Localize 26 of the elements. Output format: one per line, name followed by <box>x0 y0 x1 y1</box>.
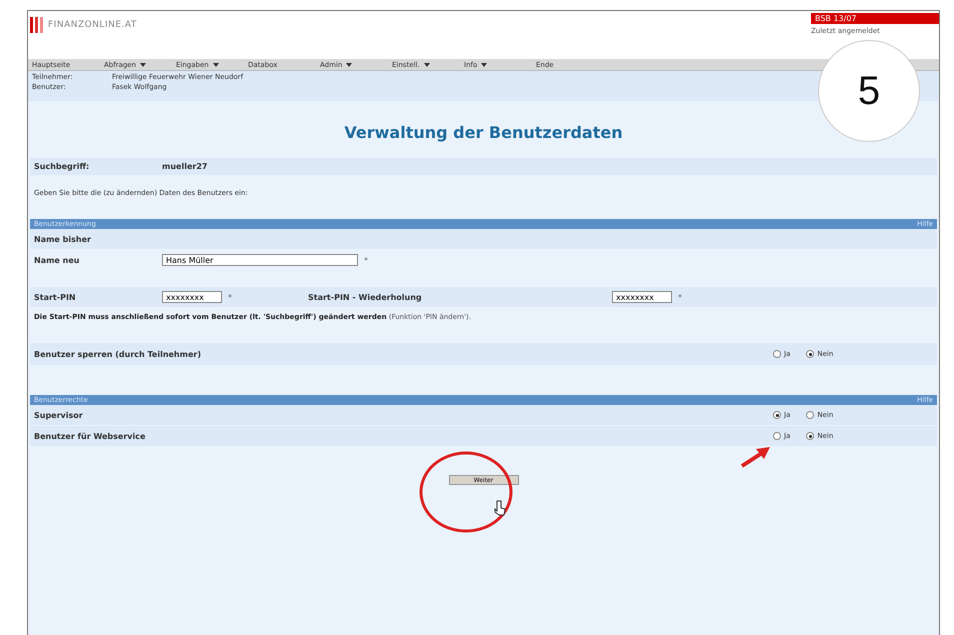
name-field[interactable]: Hans Müller <box>162 254 358 266</box>
field-label: Suchbegriff: <box>34 162 90 171</box>
required-mark: * <box>364 256 368 264</box>
field-value: mueller27 <box>162 162 208 171</box>
caret-icon <box>346 62 352 66</box>
field-label: Start-PIN <box>34 292 77 302</box>
caret-icon <box>140 62 146 66</box>
required-mark: * <box>678 292 682 302</box>
field-label: Start-PIN - Wiederholung <box>308 292 423 302</box>
arrow-icon <box>740 446 772 468</box>
field-label: Benutzer sperren (durch Teilnehmer) <box>34 350 202 358</box>
caret-icon <box>424 62 430 66</box>
field-label: Name neu <box>34 256 80 264</box>
logo-icon <box>30 17 44 33</box>
pin-field[interactable]: xxxxxxxx <box>612 291 672 303</box>
page-title: Verwaltung der Benutzerdaten <box>343 123 624 142</box>
caret-icon <box>481 62 488 66</box>
required-mark: * <box>228 292 232 302</box>
logo-text: FINANZONLINE.AT <box>48 20 137 30</box>
pin-field[interactable]: xxxxxxxx <box>162 291 222 303</box>
badge: BSB 13/07 <box>811 13 939 24</box>
cursor-icon <box>494 500 506 516</box>
field-label: Name bisher <box>34 234 92 244</box>
caret-icon <box>212 62 219 66</box>
field-label: Supervisor <box>34 410 84 420</box>
field-label: Benutzer für Webservice <box>34 432 146 440</box>
